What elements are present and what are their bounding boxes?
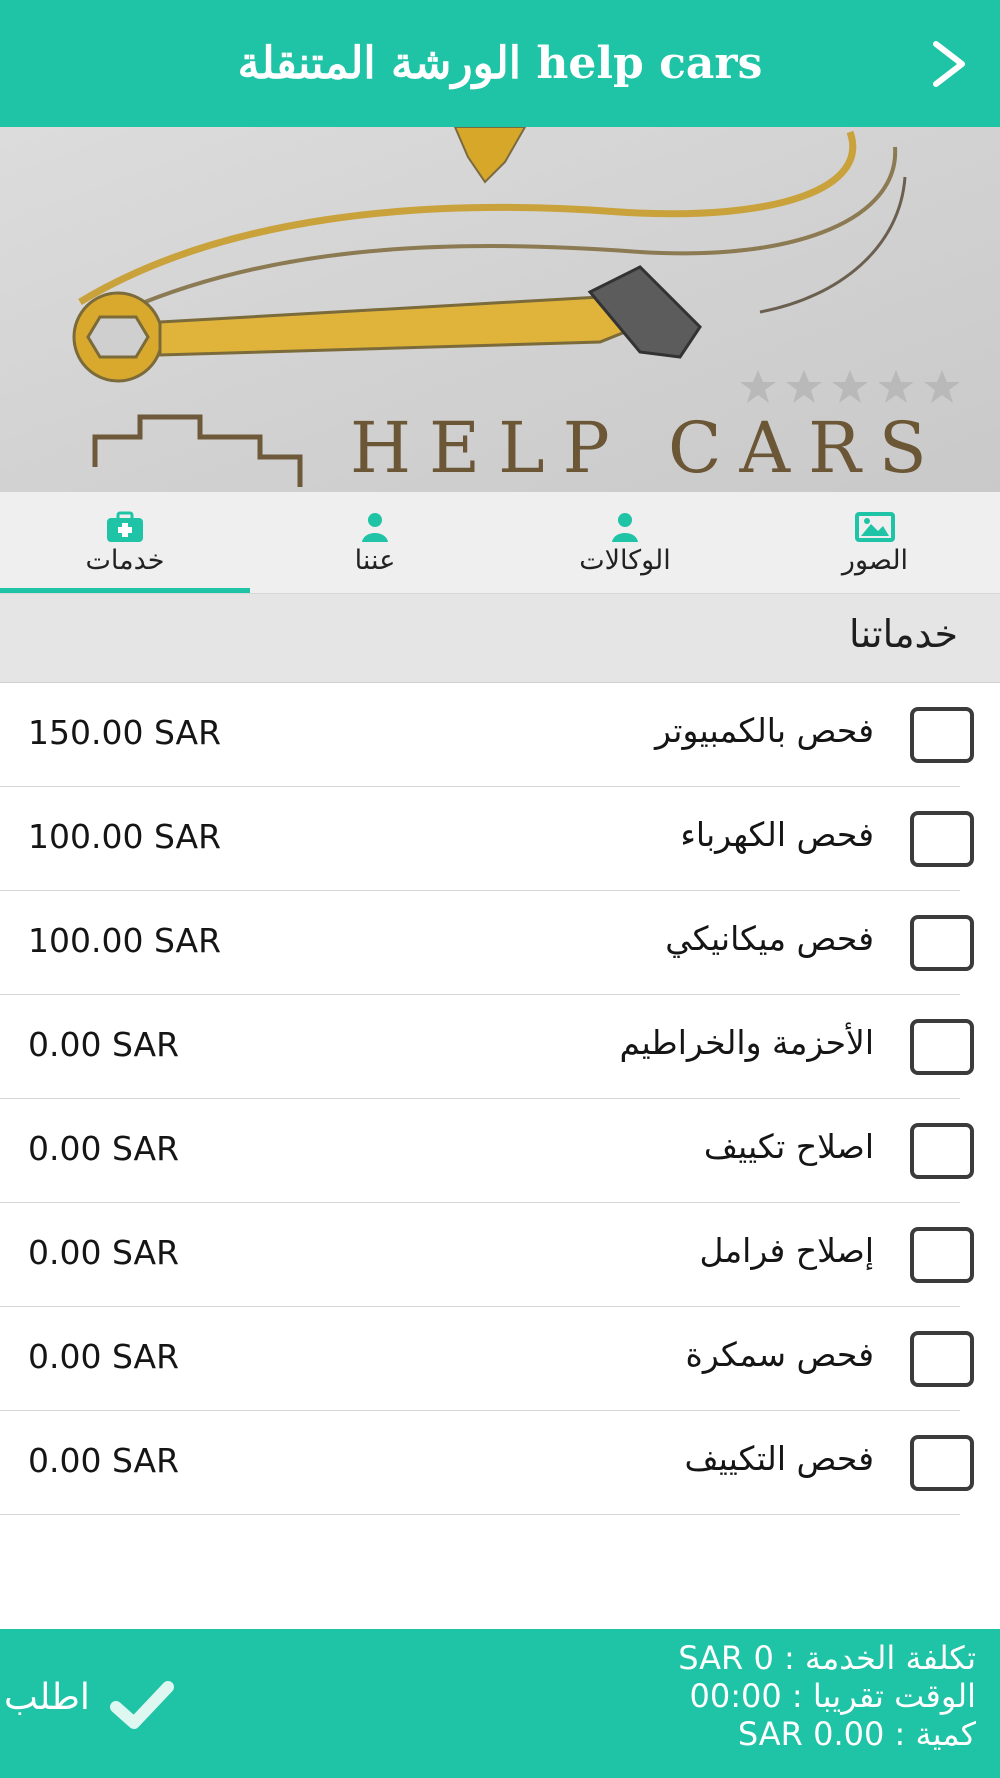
service-name: فحص ميكانيكي [665, 919, 874, 958]
order-summary: تكلفة الخدمة : SAR 0 الوقت تقريبا : 00:0… [678, 1639, 976, 1753]
service-name: فحص الكهرباء [680, 815, 874, 854]
tab-label: عننا [354, 545, 396, 576]
services-section-header: خدماتنا [0, 594, 1000, 683]
service-price: 0.00 SAR [28, 1025, 180, 1064]
list-item[interactable]: فحص التكييف 0.00 SAR [0, 1411, 1000, 1515]
checkmark-icon [110, 1681, 174, 1729]
order-footer: اطلب تكلفة الخدمة : SAR 0 الوقت تقريبا :… [0, 1629, 1000, 1778]
estimated-time: الوقت تقريبا : 00:00 [689, 1677, 976, 1715]
medkit-icon [107, 511, 143, 542]
list-item[interactable]: فحص سمكرة 0.00 SAR [0, 1307, 1000, 1411]
service-checkbox[interactable] [910, 1123, 974, 1179]
service-checkbox[interactable] [910, 1227, 974, 1283]
service-name: فحص بالكمبيوتر [655, 711, 874, 750]
service-name: الأحزمة والخراطيم [619, 1023, 874, 1062]
service-checkbox[interactable] [910, 915, 974, 971]
tab-label: الوكالات [579, 545, 671, 576]
tab-about[interactable]: عننا [250, 492, 500, 593]
active-tab-indicator [0, 588, 250, 593]
service-price: 0.00 SAR [28, 1441, 180, 1480]
services-list: فحص بالكمبيوتر 150.00 SAR فحص الكهرباء 1… [0, 683, 1000, 1515]
service-price: 150.00 SAR [28, 713, 222, 752]
list-item[interactable]: فحص بالكمبيوتر 150.00 SAR [0, 683, 1000, 787]
tab-photos[interactable]: الصور [750, 492, 1000, 593]
page-title: الورشة المتنقلة help cars [237, 38, 763, 89]
person-icon [612, 513, 638, 542]
service-name: اصلاح تكييف [703, 1127, 874, 1166]
list-item[interactable]: إصلاح فرامل 0.00 SAR [0, 1203, 1000, 1307]
service-cost: تكلفة الخدمة : SAR 0 [678, 1639, 976, 1677]
star-icon [878, 370, 914, 403]
divider [0, 1514, 960, 1515]
brand-text: HELP CARS [350, 407, 945, 489]
service-checkbox[interactable] [910, 1331, 974, 1387]
service-price: 0.00 SAR [28, 1233, 180, 1272]
app-header: الورشة المتنقلة help cars [0, 0, 1000, 127]
amount: كمية : SAR 0.00 [737, 1715, 976, 1753]
list-item[interactable]: اصلاح تكييف 0.00 SAR [0, 1099, 1000, 1203]
star-icon [740, 370, 776, 403]
star-icon [924, 370, 960, 403]
tab-agencies[interactable]: الوكالات [500, 492, 750, 593]
order-label: اطلب [4, 1677, 90, 1718]
section-title: خدماتنا [849, 612, 958, 656]
tab-services[interactable]: خدمات [0, 492, 250, 593]
service-name: فحص التكييف [684, 1439, 874, 1478]
list-item[interactable]: فحص الكهرباء 100.00 SAR [0, 787, 1000, 891]
tab-bar: الصور الوكالات عننا خدمات [0, 492, 1000, 594]
workshop-banner: HELP CARS [0, 127, 1000, 492]
service-checkbox[interactable] [910, 1435, 974, 1491]
list-item[interactable]: فحص ميكانيكي 100.00 SAR [0, 891, 1000, 995]
service-name: إصلاح فرامل [699, 1231, 875, 1270]
star-icon [786, 370, 822, 403]
service-checkbox[interactable] [910, 707, 974, 763]
tab-label: خدمات [85, 545, 165, 576]
chevron-right-icon[interactable] [922, 36, 978, 92]
person-icon [362, 513, 388, 542]
star-icon [832, 370, 868, 403]
service-price: 100.00 SAR [28, 817, 222, 856]
order-button[interactable]: اطلب [0, 1629, 190, 1778]
service-name: فحص سمكرة [685, 1335, 874, 1374]
image-icon [855, 512, 895, 542]
rating-stars [738, 367, 962, 407]
service-price: 100.00 SAR [28, 921, 222, 960]
tab-label: الصور [841, 545, 909, 576]
service-price: 0.00 SAR [28, 1129, 180, 1168]
service-price: 0.00 SAR [28, 1337, 180, 1376]
list-item[interactable]: الأحزمة والخراطيم 0.00 SAR [0, 995, 1000, 1099]
service-checkbox[interactable] [910, 811, 974, 867]
service-checkbox[interactable] [910, 1019, 974, 1075]
